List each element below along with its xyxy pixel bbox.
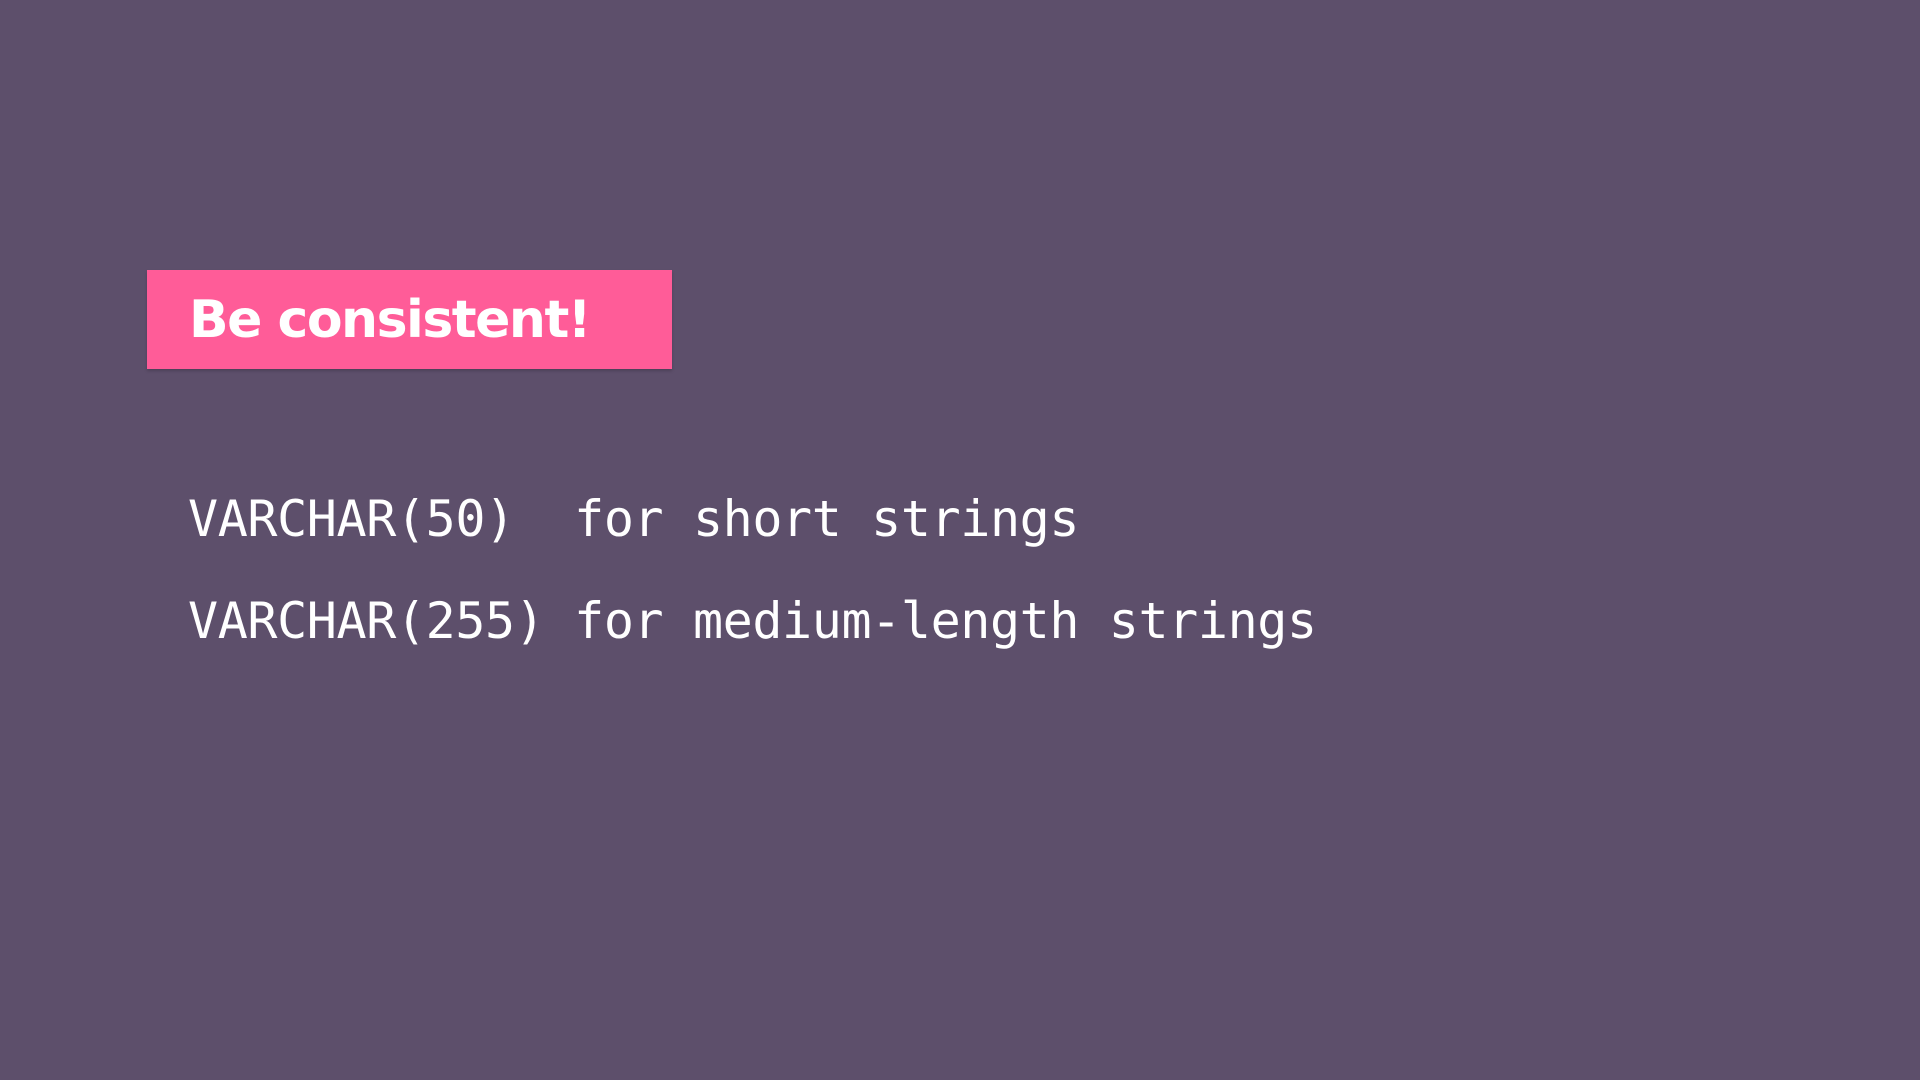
title-banner: Be consistent! xyxy=(147,270,672,369)
code-block: VARCHAR(50) for short strings VARCHAR(25… xyxy=(188,468,1317,672)
code-line-short-strings: VARCHAR(50) for short strings xyxy=(188,490,1080,548)
code-line-medium-strings: VARCHAR(255) for medium-length strings xyxy=(188,592,1317,650)
slide: Be consistent! VARCHAR(50) for short str… xyxy=(0,0,1920,1080)
slide-title: Be consistent! xyxy=(189,289,592,350)
